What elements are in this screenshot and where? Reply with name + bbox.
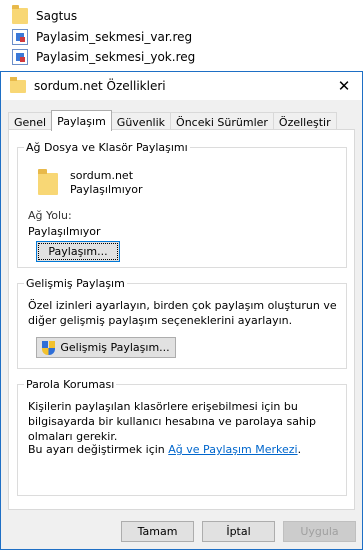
file-item-paylasim-var[interactable]: Paylasim_sekmesi_var.reg [12, 28, 192, 46]
tab-strip: Genel Paylaşım Güvenlik Önceki Sürümler … [8, 110, 337, 131]
shared-folder-state: Paylaşılmıyor [70, 183, 143, 196]
cancel-button[interactable]: İptal [202, 521, 275, 542]
group-title: Parola Koruması [24, 378, 117, 391]
advanced-sharing-description: Özel izinleri ayarlayın, birden çok payl… [28, 299, 337, 327]
network-sharing-group: Ağ Dosya ve Klasör Paylaşımı sordum.net … [17, 141, 347, 268]
file-item-paylasim-yok[interactable]: Paylasim_sekmesi_yok.reg [12, 48, 195, 66]
explorer-file-list: Sagtus Paylasim_sekmesi_var.reg Paylasim… [0, 0, 363, 72]
close-button[interactable]: ✕ [334, 76, 354, 96]
password-protection-description: Kişilerin paylaşılan klasörlere erişebil… [28, 400, 316, 443]
password-change-prefix: Bu ayarı değiştirmek için [28, 443, 165, 456]
network-sharing-center-link[interactable]: Ağ ve Paylaşım Merkezi [168, 443, 297, 456]
sharing-tab-panel: Ağ Dosya ve Klasör Paylaşımı sordum.net … [8, 129, 355, 510]
properties-dialog: sordum.net Özellikleri ✕ Genel Paylaşım … [0, 71, 363, 550]
title-bar[interactable]: sordum.net Özellikleri ✕ [1, 72, 362, 100]
network-path-value: Paylaşılmıyor [28, 225, 101, 238]
tab-sharing[interactable]: Paylaşım [51, 110, 112, 131]
file-item-sagtus[interactable]: Sagtus [12, 5, 78, 25]
folder-icon [12, 5, 28, 24]
share-button[interactable]: Paylaşım... [36, 241, 120, 262]
uac-shield-icon [42, 340, 56, 355]
file-name: Paylasim_sekmesi_var.reg [36, 30, 193, 44]
dialog-title: sordum.net Özellikleri [34, 79, 166, 93]
registry-file-icon [12, 29, 28, 45]
advanced-sharing-group: Gelişmiş Paylaşım Özel izinleri ayarlayı… [17, 277, 347, 369]
file-name: Sagtus [36, 9, 78, 23]
registry-file-icon [12, 49, 28, 65]
advanced-sharing-button-label: Gelişmiş Paylaşım... [60, 341, 170, 354]
network-path-label: Ağ Yolu: [28, 209, 72, 222]
group-title: Ağ Dosya ve Klasör Paylaşımı [24, 141, 190, 154]
folder-icon [10, 76, 26, 93]
password-protection-group: Parola Koruması Kişilerin paylaşılan kla… [17, 378, 347, 496]
shared-folder-name: sordum.net [70, 169, 134, 182]
group-title: Gelişmiş Paylaşım [24, 277, 127, 290]
advanced-sharing-button[interactable]: Gelişmiş Paylaşım... [36, 337, 176, 358]
password-change-suffix: . [297, 443, 302, 456]
password-change-line: Bu ayarı değiştirmek için Ağ ve Paylaşım… [28, 442, 338, 457]
shared-folder-icon [38, 169, 58, 195]
apply-button[interactable]: Uygula [283, 521, 356, 542]
file-name: Paylasim_sekmesi_yok.reg [36, 50, 196, 64]
ok-button[interactable]: Tamam [121, 521, 194, 542]
